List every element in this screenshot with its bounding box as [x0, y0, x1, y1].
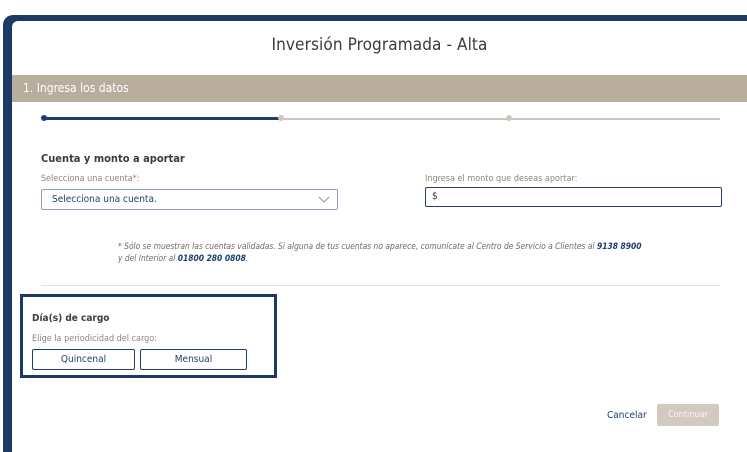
stepper-progress-fill — [42, 117, 280, 120]
modal-panel: Inversión Programada - Alta 1. Ingresa l… — [12, 21, 747, 452]
validated-accounts-note: * Sólo se muestran las cuentas validadas… — [118, 240, 678, 264]
phone-cdmx-link[interactable]: 9138 8900 — [597, 241, 642, 251]
progress-stepper — [41, 113, 720, 125]
amount-input-label: Ingresa el monto que deseas aportar: — [425, 174, 578, 184]
account-select-value: Selecciona una cuenta. — [52, 194, 157, 205]
currency-symbol: $ — [432, 191, 438, 202]
note-text-3: . — [245, 253, 249, 263]
chevron-down-icon — [318, 196, 330, 203]
note-text-2: y del Interior al — [118, 253, 178, 263]
section-header: 1. Ingresa los datos — [12, 75, 747, 102]
note-text-1: * Sólo se muestran las cuentas validadas… — [118, 241, 597, 251]
charge-days-section: Día(s) de cargo Elige la periodicidad de… — [20, 294, 277, 378]
section-divider — [41, 285, 720, 286]
charge-period-label: Elige la periodicidad del cargo: — [32, 334, 158, 344]
stepper-step-1 — [41, 115, 47, 121]
section-title: 1. Ingresa los datos — [23, 81, 129, 95]
charge-days-heading: Día(s) de cargo — [32, 313, 110, 324]
stepper-step-2 — [278, 115, 284, 121]
modal-title: Inversión Programada - Alta — [271, 35, 488, 55]
account-section-heading: Cuenta y monto a aportar — [41, 152, 185, 165]
monthly-option-button[interactable]: Mensual — [140, 349, 247, 370]
account-select[interactable]: Selecciona una cuenta. — [41, 189, 338, 210]
biweekly-option-button[interactable]: Quincenal — [32, 349, 135, 370]
amount-input[interactable]: $ — [425, 187, 722, 207]
account-select-label: Selecciona una cuenta*: — [41, 174, 140, 184]
phone-interior-link[interactable]: 01800 280 0808 — [178, 253, 246, 263]
cancel-button[interactable]: Cancelar — [607, 410, 647, 421]
continue-button[interactable]: Continuar — [657, 404, 719, 426]
stepper-step-3 — [506, 115, 512, 121]
